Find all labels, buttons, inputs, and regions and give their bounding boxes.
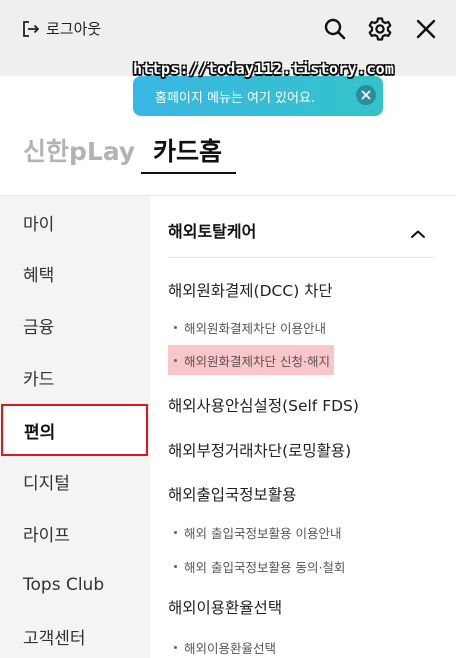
sidebar-item-digital[interactable]: 디지털 [0,455,150,507]
active-tab-underline [141,172,236,174]
submenu-exchange-rate-select[interactable]: 해외이용환율선택 [168,638,276,657]
tab-card-home[interactable]: 카드홈 [153,132,222,168]
submenu-immigration-consent[interactable]: 해외 출입국정보활용 동의·철회 [168,557,345,576]
sidebar-item-finance[interactable]: 금융 [0,299,150,351]
search-icon[interactable] [322,16,348,42]
logout-button[interactable]: 로그아웃 [22,18,101,39]
logout-label: 로그아웃 [46,20,102,38]
submenu-dcc-apply-cancel[interactable]: 해외원화결제차단 신청·해지 [168,345,334,375]
app-screen: 로그아웃 홈페이지 메뉴는 여기 있어요. https://today112.t… [0,0,456,658]
tooltip-close-icon[interactable] [356,85,376,105]
watermark-text: https://today112.tistory.com [133,60,395,78]
brand-tabs: 신한pLay 카드홈 [0,118,456,196]
menu-panel: 해외토탈케어 해외원화결제(DCC) 차단 해외원화결제차단 이용안내 해외원화… [150,196,456,658]
chevron-up-icon [410,224,426,243]
menu-dcc-block[interactable]: 해외원화결제(DCC) 차단 [168,279,333,301]
menu-immigration-info[interactable]: 해외출입국정보활용 [168,483,296,505]
logout-icon [22,20,40,38]
gear-icon[interactable] [367,16,393,42]
tooltip-text: 홈페이지 메뉴는 여기 있어요. [155,90,316,106]
sidebar-item-life[interactable]: 라이프 [0,507,150,559]
close-icon[interactable] [413,16,439,42]
bullet [174,531,177,534]
menu-self-fds[interactable]: 해외사용안심설정(Self FDS) [168,394,359,416]
sidebar-item-customer-center[interactable]: 고객센터 [0,610,150,658]
submenu-immigration-guide[interactable]: 해외 출입국정보활용 이용안내 [168,523,341,542]
section-header-overseas-care[interactable]: 해외토탈케어 [168,214,434,258]
sidebar-item-tops-club[interactable]: Tops Club [0,559,150,611]
section-title: 해외토탈케어 [168,222,257,241]
sidebar-item-benefits[interactable]: 혜택 [0,247,150,299]
bullet [174,326,177,329]
menu-guide-tooltip: 홈페이지 메뉴는 여기 있어요. [133,68,383,116]
bullet [174,358,177,362]
bullet [174,646,177,649]
tab-shinhan-play[interactable]: 신한pLay [23,132,135,168]
sidebar-item-convenience[interactable]: 편의 [1,404,148,456]
submenu-dcc-guide[interactable]: 해외원화결제차단 이용안내 [168,318,326,337]
category-sidebar: 마이 혜택 금융 카드 편의 디지털 라이프 Tops Club 고객센터 [0,196,150,658]
sidebar-item-my[interactable]: 마이 [0,196,150,248]
menu-roaming-block[interactable]: 해외부정거래차단(로밍활용) [168,439,351,461]
menu-exchange-rate-select[interactable]: 해외이용환율선택 [168,596,282,618]
sidebar-item-card[interactable]: 카드 [0,351,150,403]
bullet [174,565,177,568]
